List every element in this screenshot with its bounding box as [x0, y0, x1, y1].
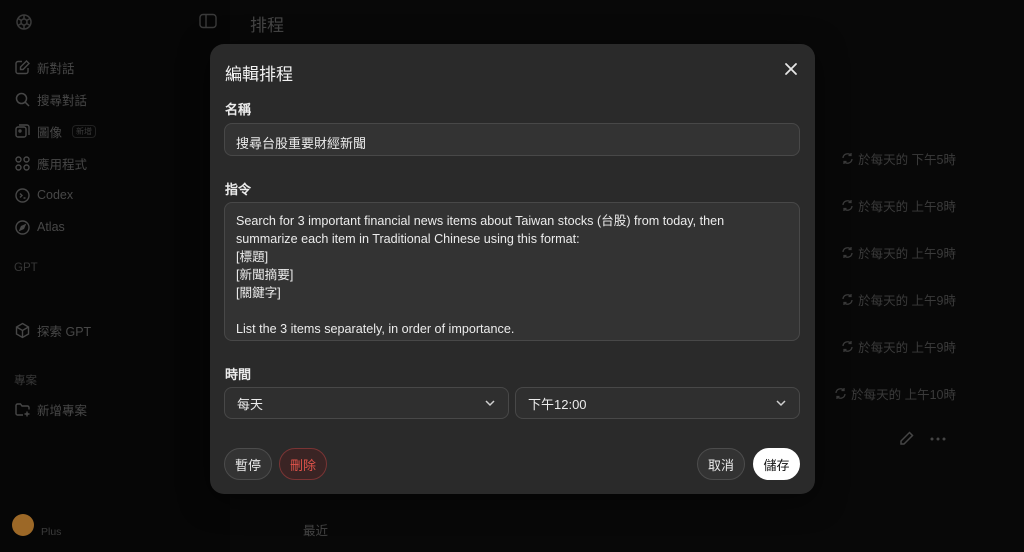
time-label: 時間	[225, 367, 252, 382]
prompt-label: 指令	[225, 182, 252, 197]
time-value: 下午12:00	[528, 396, 587, 412]
delete-button[interactable]: 刪除	[279, 448, 327, 480]
chevron-down-icon	[776, 400, 786, 407]
edit-schedule-dialog: 編輯排程 名稱 搜尋台股重要財經新聞 指令 Search for 3 impor…	[210, 44, 815, 494]
time-select[interactable]: 下午12:00	[515, 387, 800, 419]
frequency-value: 每天	[237, 396, 264, 412]
save-button[interactable]: 儲存	[753, 448, 800, 480]
name-label: 名稱	[225, 102, 252, 117]
pause-button[interactable]: 暫停	[224, 448, 272, 480]
prompt-textarea[interactable]: Search for 3 important financial news it…	[224, 202, 800, 341]
cancel-button[interactable]: 取消	[697, 448, 745, 480]
frequency-select[interactable]: 每天	[224, 387, 509, 419]
close-icon[interactable]	[783, 61, 799, 77]
dialog-title: 編輯排程	[225, 65, 293, 84]
chevron-down-icon	[485, 400, 495, 407]
name-input[interactable]: 搜尋台股重要財經新聞	[224, 123, 800, 156]
